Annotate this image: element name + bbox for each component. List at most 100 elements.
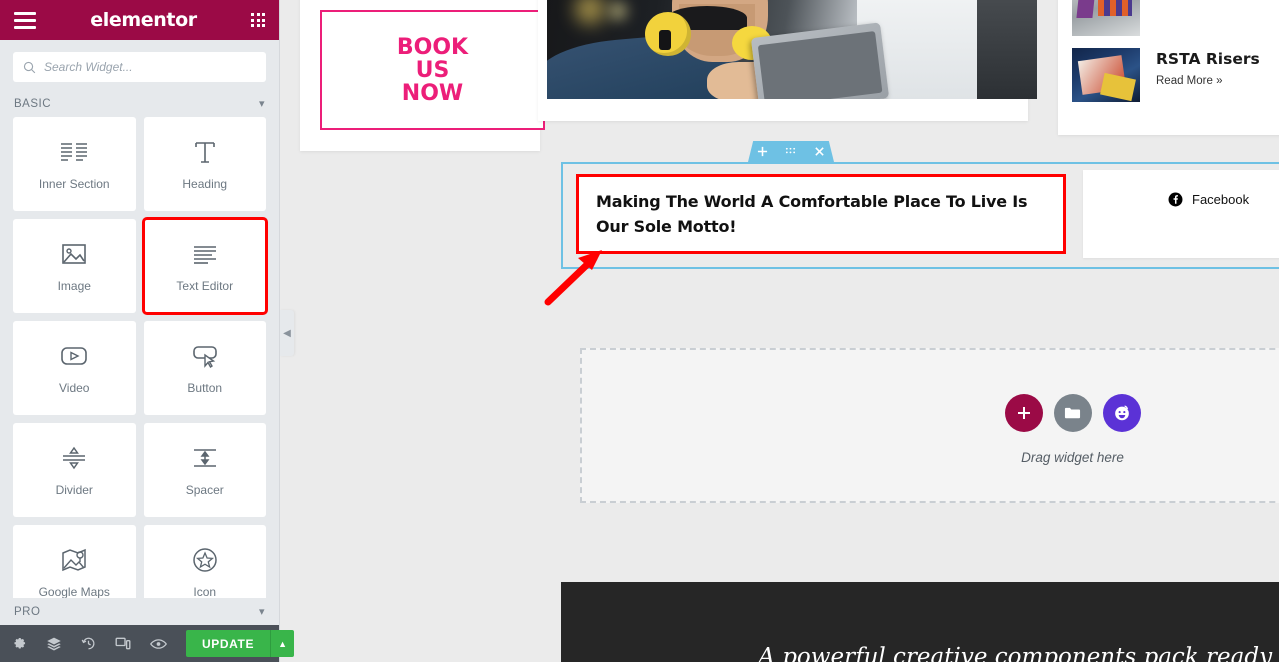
widget-spacer[interactable]: Spacer <box>143 423 266 517</box>
folder-icon <box>1064 407 1081 418</box>
navigator-layers-icon[interactable] <box>46 636 62 652</box>
heading-icon <box>192 137 218 167</box>
social-label: Facebook <box>1192 192 1250 207</box>
hamburger-menu-icon[interactable] <box>14 11 36 29</box>
elementor-logo: elementor <box>90 9 197 31</box>
close-x-icon[interactable] <box>814 146 825 157</box>
spacer-icon <box>190 443 220 473</box>
search-icon <box>23 61 36 73</box>
editor-canvas: ◀ BOOK US NOW RSTA Risers Read More » Ma… <box>280 0 1279 662</box>
panel-header: elementor <box>0 0 279 40</box>
drop-zone-section[interactable]: Drag widget here <box>580 348 1279 503</box>
text-editor-widget[interactable]: Making The World A Comfortable Place To … <box>576 174 1066 254</box>
read-more-link[interactable]: Read More » <box>1156 0 1222 3</box>
update-button-group: UPDATE ▲ <box>186 630 295 657</box>
plus-icon <box>1017 407 1030 419</box>
footer-tagline: A powerful creative components pack read… <box>758 644 1279 662</box>
book-cta-card[interactable]: BOOK US NOW <box>300 0 545 151</box>
responsive-mode-icon[interactable] <box>115 636 131 651</box>
button-icon <box>190 341 220 371</box>
panel-footer-toolbar: UPDATE ▲ <box>0 625 295 662</box>
ai-assistant-button[interactable] <box>1102 394 1141 432</box>
widget-label: Image <box>57 279 91 293</box>
widget-video[interactable]: Video <box>13 321 136 415</box>
divider-icon <box>59 443 89 473</box>
widget-button[interactable]: Button <box>143 321 266 415</box>
search-container <box>0 40 279 90</box>
widget-label: Heading <box>182 177 228 191</box>
drop-zone-inner: Drag widget here <box>582 394 1279 465</box>
section-controls-handle <box>748 141 834 162</box>
widget-grid: Inner Section Heading Image Text Editor … <box>0 117 279 598</box>
section-label-basic: BASIC <box>14 97 52 110</box>
panel-collapse-toggle[interactable]: ◀ <box>280 310 294 356</box>
widget-heading[interactable]: Heading <box>143 117 266 211</box>
widget-label: Video <box>59 381 90 395</box>
inner-section-icon <box>59 137 89 167</box>
section-label-pro: PRO <box>14 605 41 618</box>
image-icon <box>60 239 88 269</box>
widget-panel-sidebar: elementor BASIC ▾ <box>0 0 295 662</box>
widget-label: Spacer <box>185 483 224 497</box>
post-body: RSTA Risers Read More » <box>1156 48 1260 102</box>
widget-label: Google Maps <box>38 585 110 598</box>
page-top-row: BOOK US NOW RSTA Risers Read More » <box>280 0 1279 151</box>
drop-zone-buttons <box>1004 394 1141 432</box>
caret-up-icon[interactable]: ▲ <box>270 630 295 657</box>
book-line-3: NOW <box>401 80 464 106</box>
video-icon <box>59 341 89 371</box>
google-maps-icon <box>60 545 88 575</box>
widget-google-maps[interactable]: Google Maps <box>13 525 136 598</box>
elementor-editor: elementor BASIC ▾ <box>0 0 1279 662</box>
post-body: Read More » <box>1156 0 1222 36</box>
section-header-pro[interactable]: PRO ▾ <box>0 598 279 625</box>
preview-eye-icon[interactable] <box>150 638 167 650</box>
widget-icon[interactable]: Icon <box>143 525 266 598</box>
post-item[interactable]: RSTA Risers Read More » <box>1058 36 1279 102</box>
social-link-facebook[interactable]: Facebook <box>1168 192 1249 207</box>
smiley-icon <box>1114 405 1129 421</box>
social-row-secondary: Skype <box>1083 221 1279 236</box>
read-more-link[interactable]: Read More » <box>1156 75 1260 87</box>
canvas-gap <box>561 503 1279 582</box>
settings-gear-icon[interactable] <box>12 636 27 651</box>
worker-with-tablet-image <box>547 0 1037 99</box>
book-line-2: US <box>415 57 450 83</box>
book-line-1: BOOK <box>396 34 469 60</box>
widget-divider[interactable]: Divider <box>13 423 136 517</box>
book-cta-box[interactable]: BOOK US NOW <box>320 10 545 130</box>
selected-section[interactable]: Making The World A Comfortable Place To … <box>561 162 1279 269</box>
widget-label: Inner Section <box>38 177 110 191</box>
widget-image[interactable]: Image <box>13 219 136 313</box>
facebook-icon <box>1168 192 1183 207</box>
add-template-button[interactable] <box>1053 394 1092 432</box>
search-box[interactable] <box>13 52 266 82</box>
update-button[interactable]: UPDATE <box>186 630 271 657</box>
social-row-primary: Facebook Twitter <box>1083 192 1279 207</box>
widget-text-editor[interactable]: Text Editor <box>141 217 268 315</box>
section-header-basic[interactable]: BASIC ▾ <box>0 90 279 117</box>
widget-label: Icon <box>193 585 217 598</box>
widget-label: Divider <box>55 483 93 497</box>
add-section-icon[interactable] <box>757 146 768 157</box>
star-icon <box>191 545 219 575</box>
recent-posts-card[interactable]: Read More » RSTA Risers Read More » <box>1058 0 1279 135</box>
drag-dots-icon[interactable] <box>785 146 796 157</box>
book-cta-text: BOOK US NOW <box>397 36 468 105</box>
widget-inner-section[interactable]: Inner Section <box>13 117 136 211</box>
add-new-section-button[interactable] <box>1004 394 1043 432</box>
post-item[interactable]: Read More » <box>1058 0 1279 36</box>
chevron-down-icon: ▾ <box>258 606 265 618</box>
post-thumbnail <box>1072 0 1140 36</box>
search-input[interactable] <box>44 60 256 74</box>
history-icon[interactable] <box>81 636 96 651</box>
footer-dark-band: A powerful creative components pack read… <box>561 582 1279 662</box>
post-title: RSTA Risers <box>1156 50 1260 68</box>
widget-label: Button <box>187 381 223 395</box>
post-thumbnail <box>1072 48 1140 102</box>
widget-label: Text Editor <box>176 279 234 293</box>
text-editor-icon <box>190 239 220 269</box>
hero-image-card[interactable] <box>538 0 1037 121</box>
social-icons-widget[interactable]: Facebook Twitter <box>1083 170 1279 258</box>
grid-apps-icon[interactable] <box>251 13 265 27</box>
